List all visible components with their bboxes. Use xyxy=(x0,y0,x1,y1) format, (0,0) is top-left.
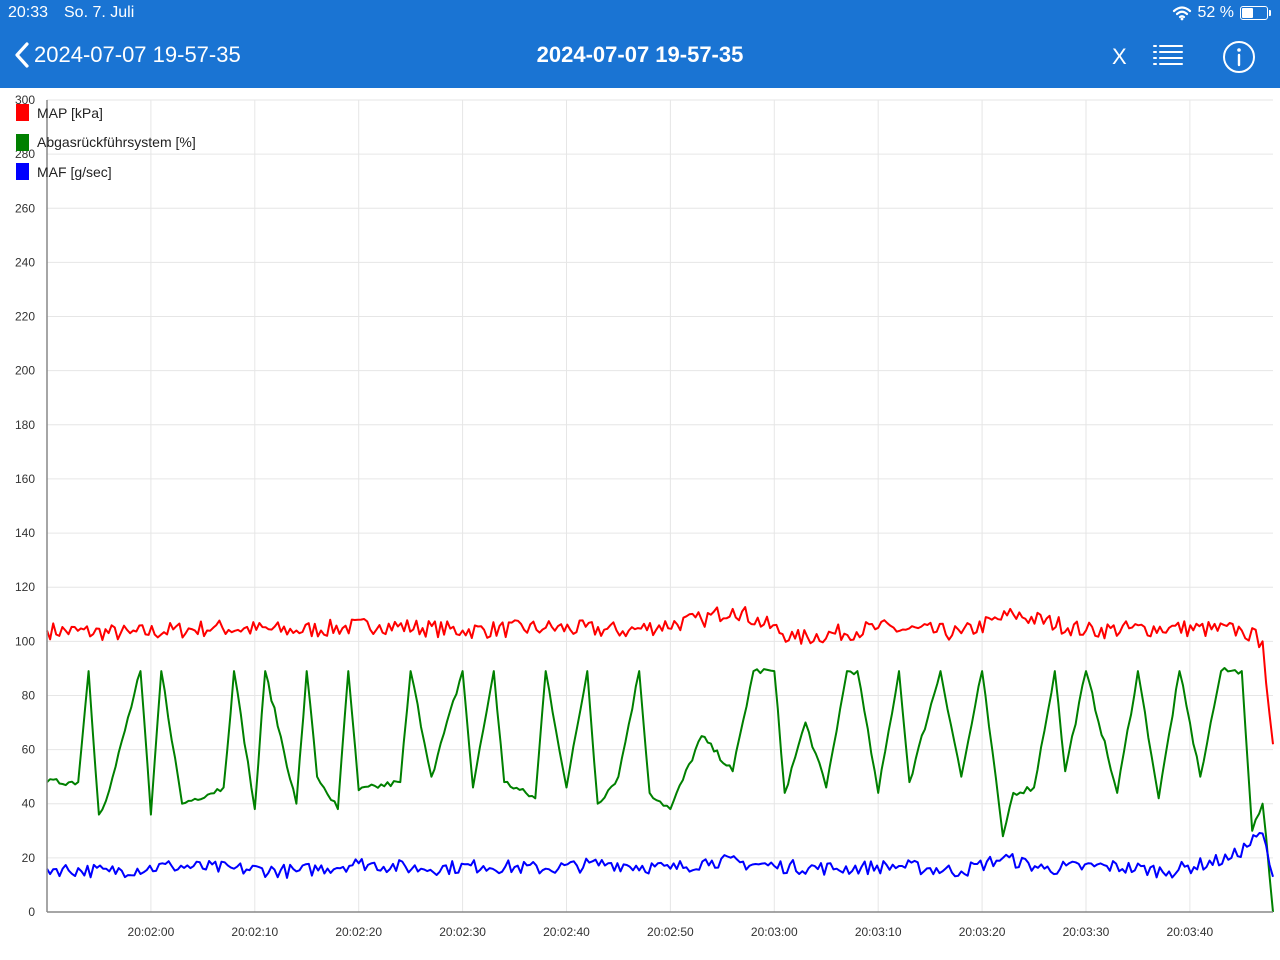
y-tick-label: 160 xyxy=(15,472,35,486)
status-right: 52 % xyxy=(1172,0,1271,26)
chart-legend: MAP [kPa] Abgasrückführsystem [%] MAF [g/s… xyxy=(16,98,196,187)
header-bar: 20:33 So. 7. Juli 52 % 2024-07-07 19-57-… xyxy=(0,0,1280,88)
y-tick-label: 140 xyxy=(15,526,35,540)
y-tick-label: 120 xyxy=(15,580,35,594)
list-icon[interactable] xyxy=(1152,42,1184,75)
x-tick-label: 20:03:10 xyxy=(855,925,902,939)
y-tick-label: 100 xyxy=(15,634,35,648)
y-tick-label: 180 xyxy=(15,418,35,432)
status-bar: 20:33 So. 7. Juli 52 % xyxy=(0,0,1280,26)
x-tick-label: 20:03:20 xyxy=(959,925,1006,939)
y-tick-label: 40 xyxy=(22,797,36,811)
battery-icon xyxy=(1240,6,1271,20)
y-tick-label: 20 xyxy=(22,851,36,865)
x-tick-label: 20:02:20 xyxy=(335,925,382,939)
legend-swatch xyxy=(16,104,29,122)
info-icon[interactable] xyxy=(1222,40,1256,79)
x-tick-label: 20:03:30 xyxy=(1063,925,1110,939)
wifi-icon xyxy=(1172,6,1191,21)
y-tick-label: 80 xyxy=(22,688,36,702)
y-tick-label: 240 xyxy=(15,255,35,269)
battery-fill xyxy=(1242,8,1253,18)
status-date: So. 7. Juli xyxy=(64,4,135,21)
y-tick-label: 200 xyxy=(15,364,35,378)
line-chart[interactable]: 0204060801001201401601802002202402602803… xyxy=(0,88,1280,960)
legend-item: MAP [kPa] xyxy=(16,98,196,128)
x-tick-label: 20:02:00 xyxy=(128,925,175,939)
chevron-left-icon xyxy=(15,42,29,68)
x-tick-label: 20:02:50 xyxy=(647,925,694,939)
x-tick-label: 20:02:40 xyxy=(543,925,590,939)
legend-label: MAP [kPa] xyxy=(37,104,103,121)
x-tick-label: 20:02:30 xyxy=(439,925,486,939)
series-line-0 xyxy=(46,606,1274,745)
x-tick-label: 20:02:10 xyxy=(231,925,278,939)
series-line-1 xyxy=(46,667,1274,913)
nav-bar: 2024-07-07 19-57-35 2024-07-07 19-57-35 … xyxy=(0,30,1280,84)
legend-item: MAF [g/sec] xyxy=(16,157,196,187)
series-line-2 xyxy=(46,832,1274,879)
y-tick-label: 60 xyxy=(22,743,36,757)
legend-label: Abgasrückführsystem [%] xyxy=(37,134,196,151)
x-tick-label: 20:03:00 xyxy=(751,925,798,939)
legend-swatch xyxy=(16,133,29,151)
back-label: 2024-07-07 19-57-35 xyxy=(34,42,241,67)
y-tick-label: 0 xyxy=(28,905,35,919)
back-button[interactable]: 2024-07-07 19-57-35 xyxy=(14,42,241,68)
legend-swatch xyxy=(16,163,29,181)
status-time: 20:33 xyxy=(8,4,49,21)
x-tick-label: 20:03:40 xyxy=(1167,925,1214,939)
y-tick-label: 260 xyxy=(15,201,35,215)
x-axis-button[interactable]: X xyxy=(1112,44,1127,70)
battery-percent: 52 % xyxy=(1197,4,1234,21)
legend-item: Abgasrückführsystem [%] xyxy=(16,128,196,158)
y-tick-label: 220 xyxy=(15,310,35,324)
legend-label: MAF [g/sec] xyxy=(37,163,112,180)
